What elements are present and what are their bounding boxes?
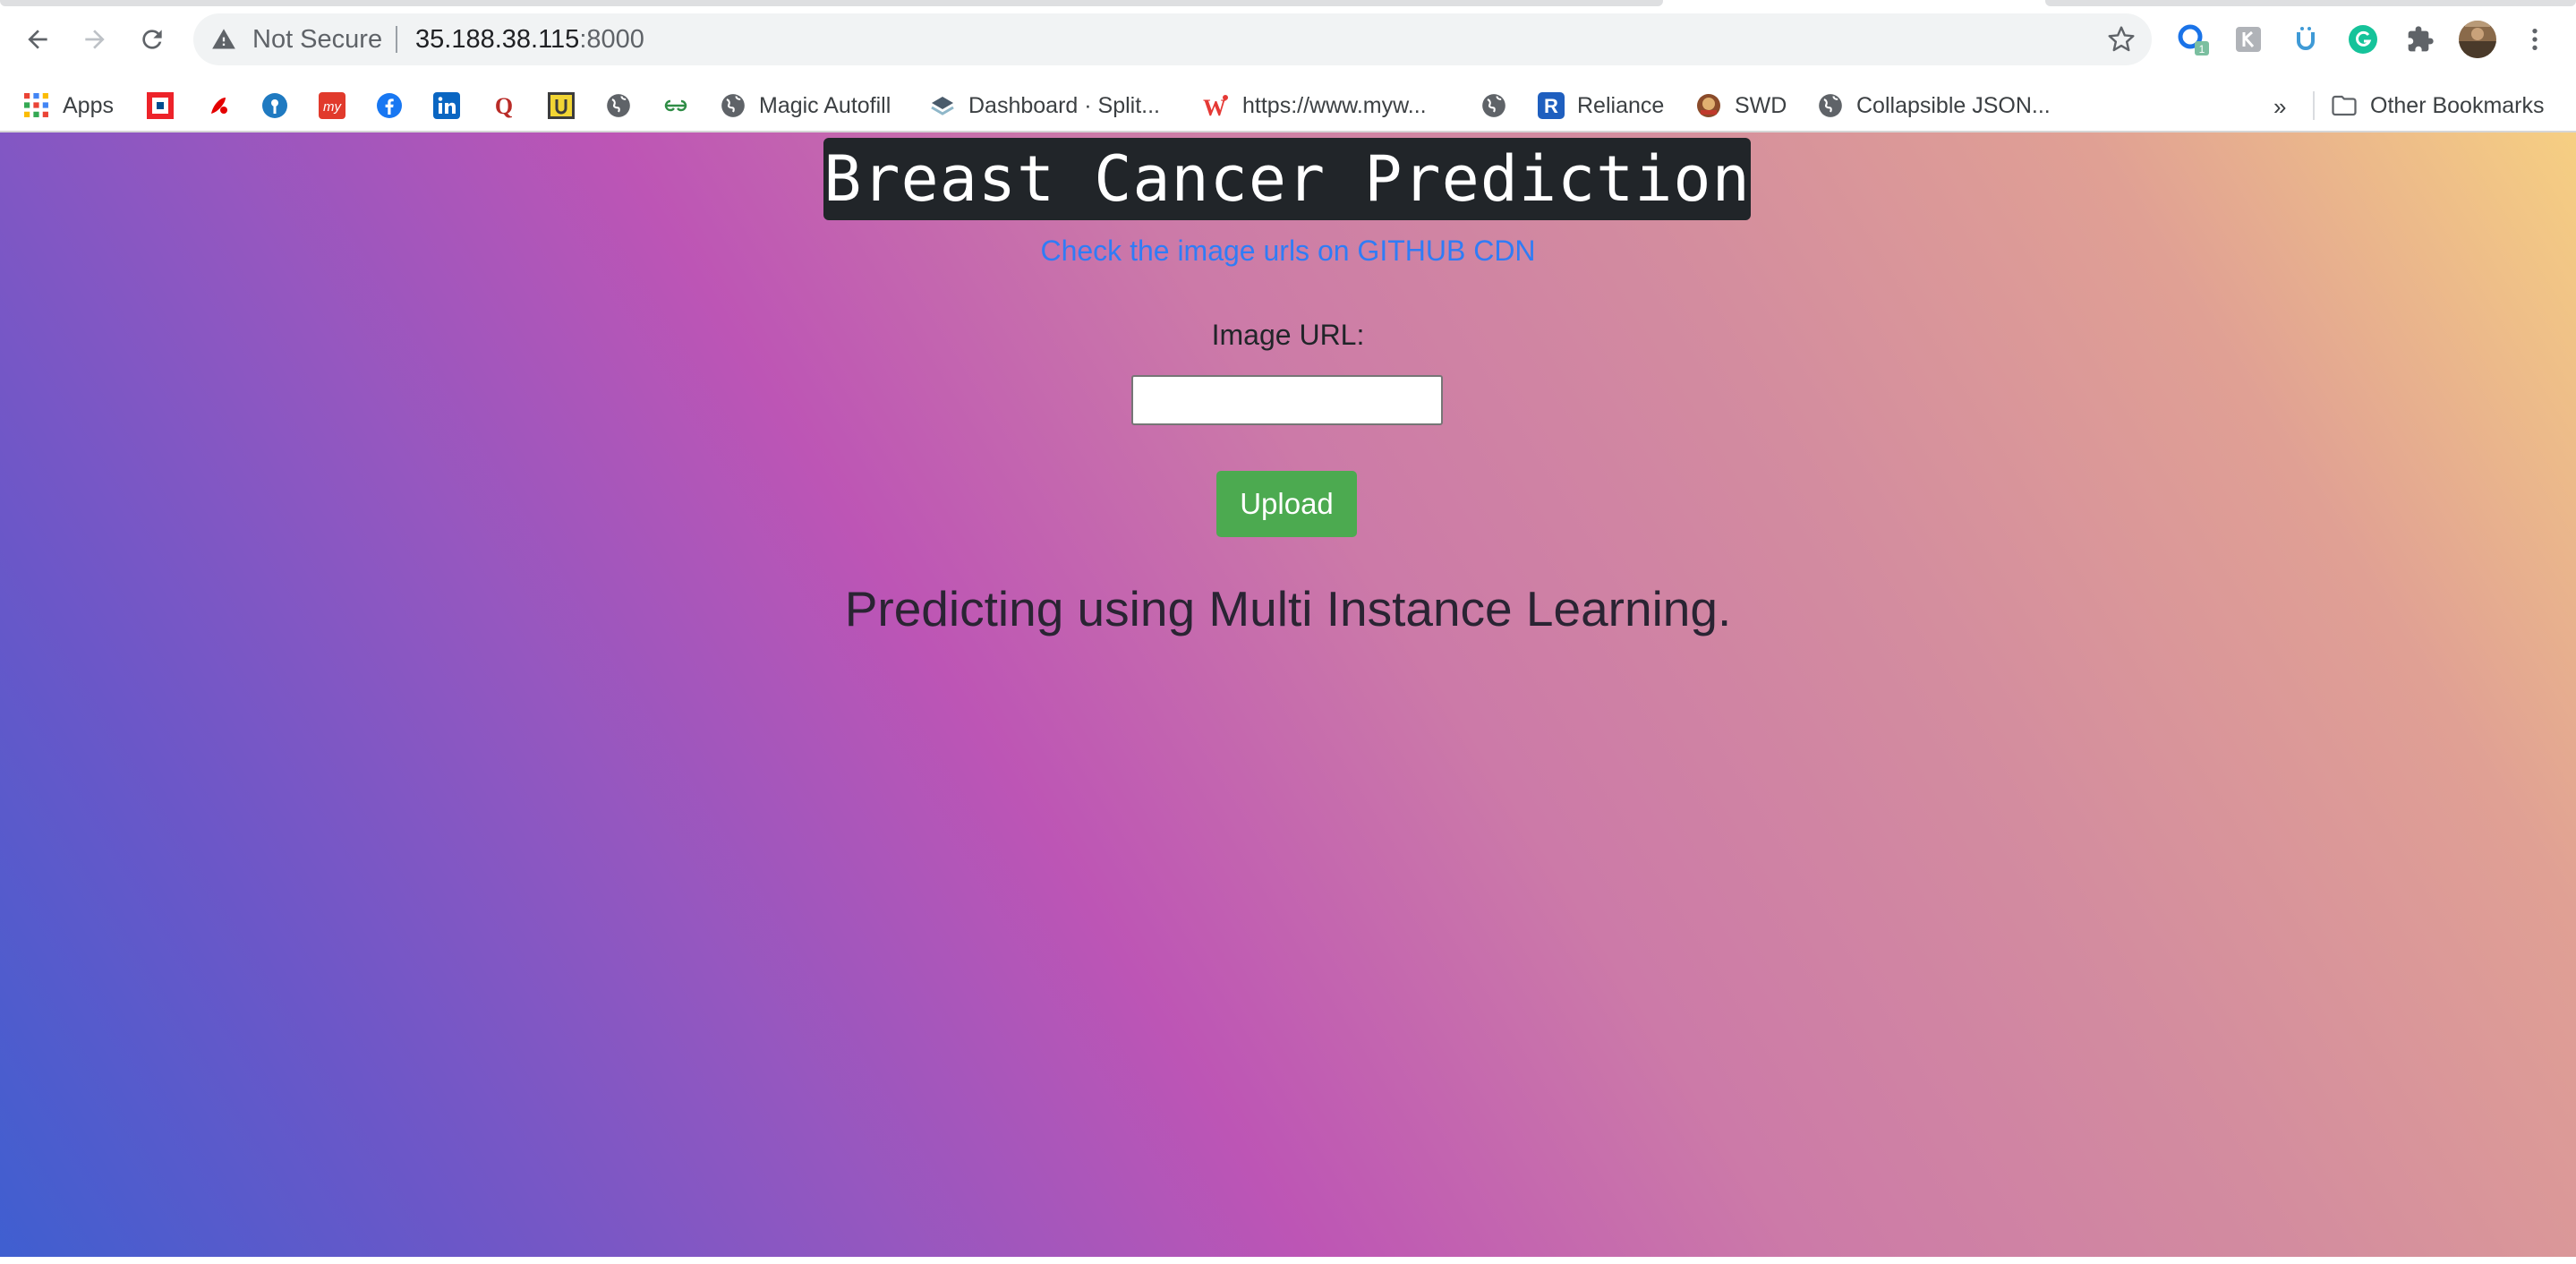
url-text[interactable]: 35.188.38.115:8000 [415,25,644,55]
swd-icon [1695,92,1722,119]
image-url-label: Image URL: [1211,319,1365,351]
chrome-sync-icon: 1 [2178,24,2209,56]
bookmark-globe-1[interactable] [605,90,632,122]
window-bottom-edge [0,1257,2576,1264]
chrome-sync-extension[interactable]: 1 [2173,20,2213,59]
bookmark-dashboard-split[interactable]: Dashboard · Split... [929,90,1160,122]
bookmark-label: Magic Autofill [759,92,891,118]
arrow-left-icon [28,30,47,49]
globe-icon [1817,92,1844,119]
svg-text:R: R [1544,95,1558,117]
extension-icon [2236,27,2261,52]
bookmark-hdfc[interactable] [147,90,174,122]
udemy-icon [548,92,575,119]
r-icon: R [1538,92,1565,119]
bookmark-mi[interactable]: my [319,90,345,122]
back-button[interactable] [18,20,57,59]
reload-icon [142,30,162,49]
quora-icon: Q [490,92,517,119]
folder-icon [2331,92,2358,119]
url-host: 35.188.38.115 [415,25,580,54]
bookmark-linkedin[interactable] [433,90,460,122]
bookmark-reliance[interactable]: R Reliance [1538,90,1664,122]
profile-avatar [2459,21,2496,58]
bookmark-label: Other Bookmarks [2370,92,2545,118]
w-icon: W [1203,92,1230,119]
globe-icon [1480,92,1507,119]
address-bar[interactable]: Not Secure 35.188.38.115:8000 [193,13,2152,65]
page-title: Breast Cancer Prediction [823,138,1751,220]
address-separator [396,26,397,53]
svg-text:my: my [323,99,342,115]
globe-icon [605,92,632,119]
arrow-right-icon [85,30,105,49]
hdfc-icon [147,92,174,119]
bookmarks-bar: Apps my Q Magic Autofill Dashboard · Spl… [0,81,2576,132]
bookmark-label: Collapsible JSON... [1856,92,2051,118]
extension-icon [2297,27,2315,50]
star-icon[interactable] [2107,25,2136,54]
browser-menu-button[interactable] [2515,20,2555,59]
geeksforgeeks-icon [662,92,689,119]
svg-text:1: 1 [2199,43,2205,56]
page-content: Breast Cancer Prediction Check the image… [0,132,2576,1257]
airtel-icon [206,92,233,119]
facebook-icon [376,92,403,119]
puzzle-icon [2408,26,2434,52]
extension-k-button[interactable] [2229,20,2268,59]
bookmark-swd[interactable]: SWD [1695,90,1787,122]
bookmark-globe-2[interactable] [1480,90,1507,122]
bookmark-label: https://www.myw... [1242,92,1427,118]
url-port: :8000 [579,25,644,54]
warning-triangle-icon [212,29,235,49]
bookmark-label: SWD [1735,92,1787,118]
grammarly-icon [2349,25,2377,54]
sbi-icon [261,92,288,119]
extensions-button[interactable] [2401,20,2440,59]
bookmark-myw[interactable]: W https://www.myw... [1203,90,1427,122]
kebab-menu-icon [2532,29,2538,50]
upload-button[interactable]: Upload [1216,471,1357,537]
bookmark-quora[interactable]: Q [490,90,517,122]
security-label[interactable]: Not Secure [252,25,382,55]
reload-button[interactable] [132,20,172,59]
extension-u-button[interactable] [2286,20,2325,59]
bookmark-other-bookmarks[interactable]: Other Bookmarks [2331,90,2545,122]
svg-text:Q: Q [495,93,513,119]
browser-toolbar: Not Secure 35.188.38.115:8000 1 [0,0,2576,81]
svg-text:W: W [1203,95,1226,119]
bookmark-airtel[interactable] [206,90,233,122]
grammarly-button[interactable] [2343,20,2383,59]
bookmark-collapsible-json[interactable]: Collapsible JSON... [1817,90,2051,122]
tagline: Predicting using Multi Instance Learning… [844,581,1732,636]
bookmark-udemy[interactable] [548,90,575,122]
bookmark-apps[interactable]: Apps [23,90,114,122]
profile-button[interactable] [2458,20,2497,59]
github-cdn-link[interactable]: Check the image urls on GITHUB CDN [0,235,2576,268]
bookmark-label: Reliance [1577,92,1665,118]
tabstrip-edge [0,0,2576,7]
bookmark-geeksforgeeks[interactable] [662,90,689,122]
bookmark-facebook[interactable] [376,90,403,122]
bookmarks-divider [2313,91,2315,120]
apps-grid-icon [23,92,50,119]
bookmarks-overflow-button[interactable]: » [2273,93,2286,121]
bookmark-label: Apps [63,92,114,118]
bookmark-label: Dashboard · Split... [968,92,1160,118]
image-url-input[interactable] [1131,375,1443,425]
bookmark-magic-autofill[interactable]: Magic Autofill [720,90,891,122]
bookmark-sbi[interactable] [261,90,288,122]
globe-icon [720,92,746,119]
mi-icon: my [319,92,345,119]
forward-button[interactable] [75,20,115,59]
linkedin-icon [433,92,460,119]
dashboard-icon [929,92,956,119]
